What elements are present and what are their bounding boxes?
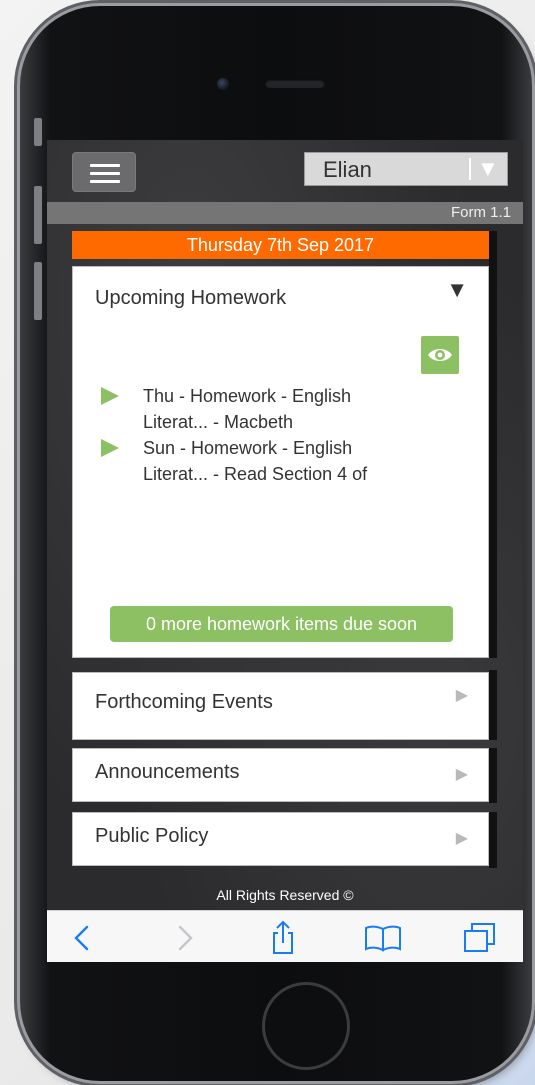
menu-icon	[90, 164, 120, 167]
forward-icon[interactable]	[175, 923, 195, 953]
home-button[interactable]	[262, 982, 350, 1070]
menu-icon-bar	[90, 180, 120, 183]
section-title: Public Policy	[95, 825, 209, 847]
card-shadow	[489, 812, 497, 868]
homework-item[interactable]: Sun - Homework - English Literat... - Re…	[99, 435, 459, 487]
dropdown-arrow-icon: ▼	[477, 156, 499, 181]
top-bar: Elian ▼	[47, 140, 523, 202]
section-announcements[interactable]: Announcements ▶	[72, 748, 489, 802]
student-select[interactable]: Elian ▼	[304, 152, 508, 186]
form-label: Form 1.1	[47, 202, 523, 224]
bookmarks-icon[interactable]	[363, 924, 403, 952]
section-public-policy[interactable]: Public Policy ▶	[72, 812, 489, 866]
back-icon[interactable]	[72, 923, 92, 953]
date-banner: Thursday 7th Sep 2017	[72, 231, 489, 259]
browser-toolbar	[47, 910, 523, 962]
homework-list: Thu - Homework - English Literat... - Ma…	[99, 383, 459, 487]
more-homework-button[interactable]: 0 more homework items due soon	[110, 606, 453, 642]
homework-item[interactable]: Thu - Homework - English Literat... - Ma…	[99, 383, 459, 435]
section-title: Announcements	[95, 761, 240, 783]
chevron-right-icon: ▶	[455, 830, 468, 847]
card-shadow	[489, 670, 497, 740]
chevron-right-icon: ▶	[455, 687, 468, 704]
bullet-arrow-icon	[101, 387, 119, 405]
homework-item-line1: Thu - Homework - English	[143, 386, 352, 406]
card-shadow	[489, 748, 497, 803]
section-forthcoming-events[interactable]: Forthcoming Events ▶	[72, 672, 489, 740]
homework-card-title[interactable]: Upcoming Homework	[95, 287, 286, 310]
card-shadow	[489, 231, 497, 658]
view-homework-button[interactable]	[421, 336, 459, 374]
chevron-right-icon: ▶	[455, 766, 468, 783]
tabs-icon[interactable]	[462, 922, 498, 954]
menu-icon-bar	[90, 172, 120, 175]
homework-card: Upcoming Homework ▼ Thu - Homework - Eng…	[72, 266, 489, 658]
app-screen: Elian ▼ Form 1.1 Thursday 7th Sep 2017 U…	[47, 140, 523, 962]
select-divider	[469, 158, 471, 180]
mute-switch	[34, 118, 42, 146]
volume-down-button	[34, 262, 42, 320]
volume-up-button	[34, 186, 42, 244]
earpiece-speaker	[265, 79, 325, 88]
hamburger-menu-button[interactable]	[72, 152, 136, 192]
section-title: Forthcoming Events	[95, 691, 273, 713]
homework-item-line2: Literat... - Read Section 4 of	[143, 464, 368, 484]
footer-copyright: All Rights Reserved ©	[216, 887, 354, 903]
student-select-value: Elian	[323, 157, 372, 182]
collapse-arrow-icon[interactable]: ▼	[446, 277, 468, 303]
share-icon[interactable]	[269, 919, 297, 955]
homework-item-line2: Literat... - Macbeth	[143, 412, 294, 432]
homework-item-line1: Sun - Homework - English	[143, 438, 353, 458]
eye-icon	[428, 349, 452, 361]
front-camera	[217, 78, 229, 90]
bullet-arrow-icon	[101, 439, 119, 457]
